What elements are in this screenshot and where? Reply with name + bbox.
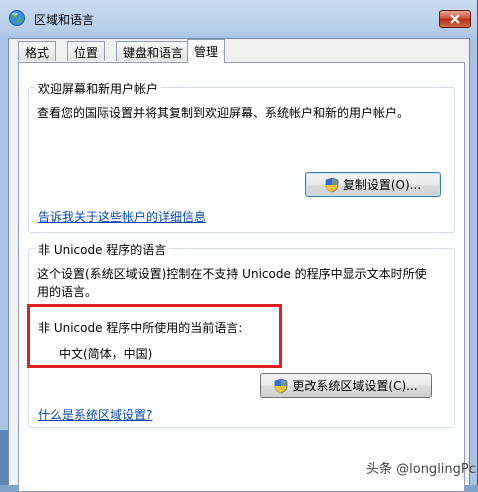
region-language-window: 区域和语言 格式 位置 键盘和语言 管理 欢迎屏幕和新用户帐户 查看您的国际设置… xyxy=(0,0,478,492)
current-language-value: 中文(简体，中国) xyxy=(59,347,153,361)
tab-location[interactable]: 位置 xyxy=(67,41,106,61)
welcome-description: 查看您的国际设置并将其复制到欢迎屏幕、系统帐户和新的用户帐户。 xyxy=(37,106,410,120)
dialog-body: 格式 位置 键盘和语言 管理 欢迎屏幕和新用户帐户 查看您的国际设置并将其复制到… xyxy=(8,38,470,492)
change-system-locale-label: 更改系统区域设置(C)... xyxy=(292,379,418,393)
watermark: 头条 @longlingPc xyxy=(366,462,476,477)
copy-settings-button[interactable]: 复制设置(O)... xyxy=(305,172,441,197)
welcome-accounts-link[interactable]: 告诉我关于这些帐户的详细信息 xyxy=(38,208,206,225)
copy-settings-label: 复制设置(O)... xyxy=(342,178,422,192)
uac-shield-icon xyxy=(325,177,339,192)
tab-administrative[interactable]: 管理 xyxy=(187,39,226,63)
desktop-background xyxy=(0,430,8,485)
change-system-locale-button[interactable]: 更改系统区域设置(C)... xyxy=(260,373,432,398)
uac-shield-icon xyxy=(275,378,288,393)
welcome-group-title: 欢迎屏幕和新用户帐户 xyxy=(35,80,162,97)
current-language-label: 非 Unicode 程序中所使用的当前语言: xyxy=(38,321,243,335)
administrative-panel: 欢迎屏幕和新用户帐户 查看您的国际设置并将其复制到欢迎屏幕、系统帐户和新的用户帐… xyxy=(18,62,465,492)
welcome-screen-group: 欢迎屏幕和新用户帐户 查看您的国际设置并将其复制到欢迎屏幕、系统帐户和新的用户帐… xyxy=(28,80,455,233)
tab-formats[interactable]: 格式 xyxy=(18,41,57,61)
unicode-group-title: 非 Unicode 程序的语言 xyxy=(35,241,170,258)
window-title: 区域和语言 xyxy=(34,13,95,27)
unicode-description-line1: 这个设置(系统区域设置)控制在不支持 Unicode 的程序中显示文本时所使 xyxy=(37,267,427,281)
globe-icon xyxy=(9,10,25,26)
tab-keyboards-languages[interactable]: 键盘和语言 xyxy=(116,41,191,61)
title-bar[interactable]: 区域和语言 xyxy=(0,0,478,34)
close-button[interactable] xyxy=(439,10,471,28)
unicode-description: 这个设置(系统区域设置)控制在不支持 Unicode 的程序中显示文本时所使 用… xyxy=(37,265,451,301)
close-icon xyxy=(450,14,460,24)
unicode-description-line2: 用的语言。 xyxy=(37,285,98,299)
system-locale-help-link[interactable]: 什么是系统区域设置? xyxy=(38,406,152,423)
unicode-group: 非 Unicode 程序的语言 这个设置(系统区域设置)控制在不支持 Unico… xyxy=(28,241,455,428)
